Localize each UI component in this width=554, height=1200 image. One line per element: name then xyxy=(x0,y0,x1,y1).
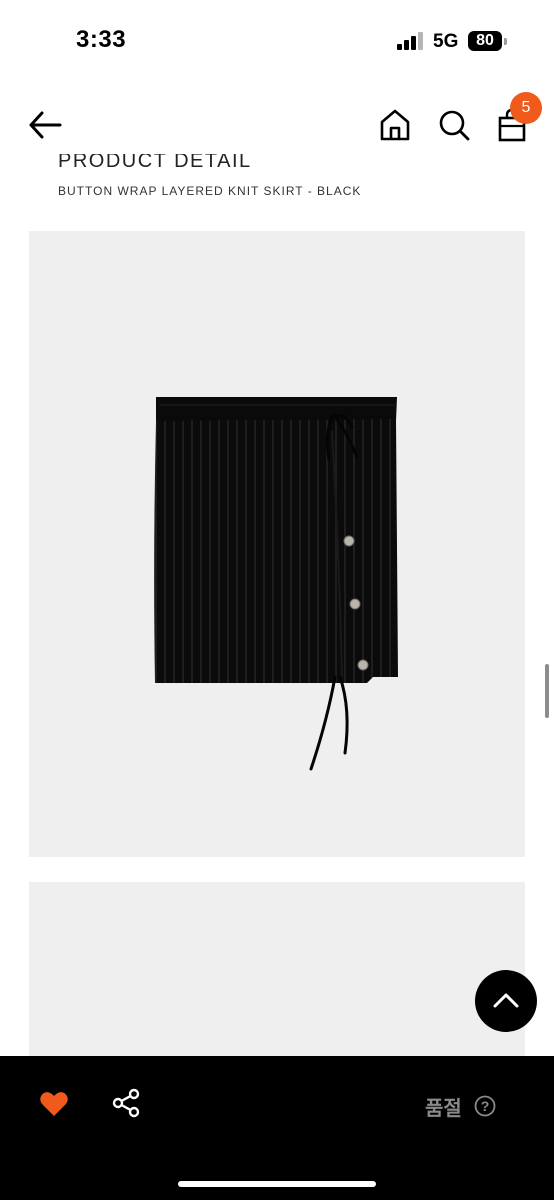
network-type: 5G xyxy=(433,31,459,52)
back-arrow-icon[interactable] xyxy=(28,110,62,140)
top-nav xyxy=(0,84,554,164)
status-bar: 3:33 5G 80 xyxy=(0,0,554,84)
battery-level: 80 xyxy=(476,32,494,49)
battery-icon: 80 xyxy=(468,31,502,51)
scroll-to-top-button[interactable] xyxy=(475,970,537,1032)
section-title: PRODUCT DETAIL xyxy=(58,154,252,172)
chevron-up-icon xyxy=(493,993,519,1008)
home-indicator[interactable] xyxy=(178,1181,376,1187)
product-image[interactable] xyxy=(29,231,525,857)
bottom-action-bar xyxy=(0,1056,554,1200)
home-icon[interactable] xyxy=(379,108,411,142)
battery-cap xyxy=(504,38,507,45)
product-name: BUTTON WRAP LAYERED KNIT SKIRT - BLACK xyxy=(58,184,362,198)
scrollbar[interactable] xyxy=(545,664,549,718)
search-icon[interactable] xyxy=(438,108,470,142)
product-detail-page: 3:33 5G 80 5 PRODUCT DETAIL BUTTON WRAP … xyxy=(0,0,554,1200)
help-symbol: ? xyxy=(481,1098,490,1114)
product-image-secondary[interactable] xyxy=(29,882,525,1062)
signal-strength-icon xyxy=(397,32,423,50)
knit-skirt-illustration xyxy=(154,397,398,771)
status-time: 3:33 xyxy=(76,26,127,53)
share-icon[interactable] xyxy=(111,1088,141,1118)
help-icon[interactable]: ? xyxy=(474,1095,496,1117)
cart-count-badge[interactable]: 5 xyxy=(510,92,542,124)
sold-out-label: 품절 xyxy=(425,1098,462,1120)
heart-icon[interactable] xyxy=(39,1090,69,1118)
